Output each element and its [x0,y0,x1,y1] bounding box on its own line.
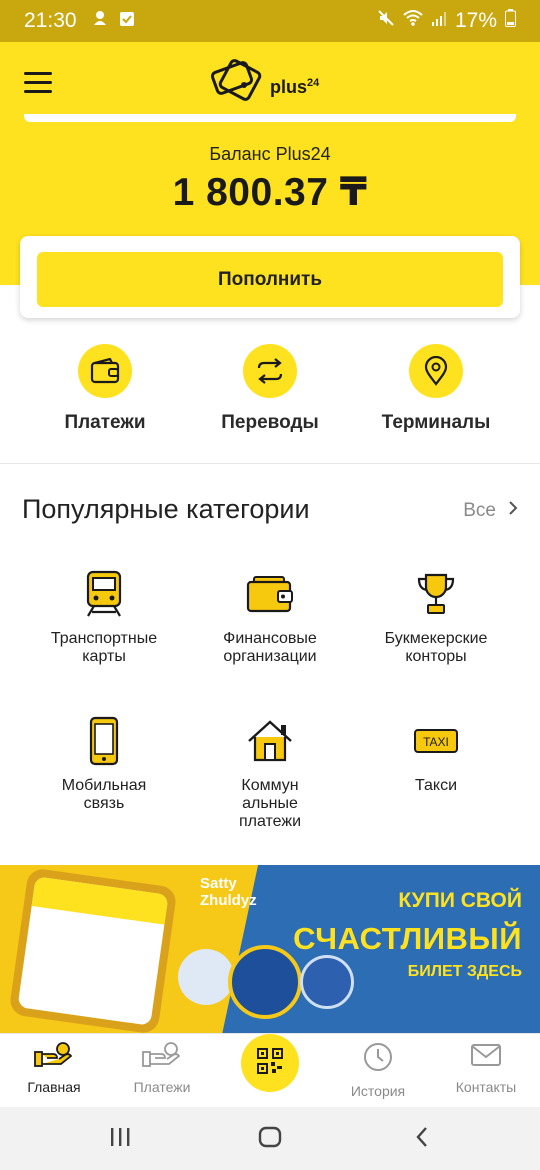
home-button[interactable] [250,1125,290,1153]
categories-title: Популярные категории [22,494,310,524]
topup-button[interactable]: Пополнить [37,252,503,307]
category-bookmakers[interactable]: Букмекерские конторы [351,568,521,666]
mobile-phone-icon [19,715,189,767]
lottery-ball [228,945,302,1019]
nav-contacts[interactable]: Контакты [432,1042,540,1095]
recent-apps-icon [109,1127,131,1152]
wifi-icon [403,9,423,33]
home-icon [258,1126,282,1153]
action-transfers[interactable]: Переводы [185,340,355,434]
banner-phone-image [8,867,178,1033]
qr-code-icon [257,1047,283,1079]
system-nav-bar [0,1107,540,1170]
nav-label: Контакты [455,1079,517,1095]
nav-label: Главная [27,1079,81,1095]
section-divider [0,463,540,464]
location-pin-icon [409,344,463,398]
hamburger-icon [24,72,52,75]
mute-icon [377,9,395,33]
status-bar: 21:30 17% [0,0,540,42]
category-label: Мобильная связь [61,777,147,812]
signal-icon [431,9,447,33]
menu-button[interactable] [24,72,52,93]
back-button[interactable] [402,1125,442,1153]
category-taxi[interactable]: TAXI Такси [351,715,521,795]
wallet-icon [78,344,132,398]
status-right: 17% [377,9,516,33]
banner-line3: БИЛЕТ ЗДЕСЬ [407,963,522,980]
recent-apps-button[interactable] [100,1125,140,1153]
transfer-icon [243,344,297,398]
promo-banner[interactable]: Satty Zhuldyz КУПИ СВОЙ СЧАСТЛИВЫЙ БИЛЕТ… [0,865,540,1033]
nav-label: История [350,1083,406,1099]
svg-text:TAXI: TAXI [423,735,449,749]
lottery-ball [178,949,234,1005]
trophy-icon [351,568,521,620]
topup-card: Пополнить [20,236,520,318]
logo: plus24 [210,56,330,104]
battery-percent: 17% [454,9,497,32]
action-label: Переводы [221,412,319,433]
category-label: Финансовые организации [223,630,317,665]
hand-coin-icon [33,1042,75,1072]
category-utilities[interactable]: Коммун альные платежи [185,715,355,831]
action-label: Терминалы [381,412,491,433]
qr-scan-button[interactable] [241,1034,299,1092]
category-label: Коммун альные платежи [238,777,302,830]
chevron-right-icon [508,500,518,522]
banner-line2: СЧАСТЛИВЫЙ [293,921,522,956]
house-icon [185,715,355,767]
category-label: Транспортные карты [50,630,158,665]
quick-actions: Платежи Переводы Терминалы [0,340,540,440]
banner-brand: Satty Zhuldyz [200,875,257,909]
action-label: Платежи [64,412,146,433]
category-mobile[interactable]: Мобильная связь [19,715,189,813]
envelope-icon [470,1044,502,1072]
lottery-ball [300,955,354,1009]
notification-icon [91,9,109,33]
back-icon [414,1126,430,1153]
header-divider [24,114,516,122]
nav-payments[interactable]: Платежи [108,1042,216,1095]
train-icon [19,568,189,620]
status-time: 21:30 [24,9,77,32]
check-icon [119,9,135,33]
logo-text: plus24 [270,76,320,97]
banner-line1: КУПИ СВОЙ [398,889,522,912]
app-screen: 21:30 17% plus24 Баланс Plus24 1 800.37 … [0,0,540,1170]
clock-icon [363,1043,393,1076]
taxi-icon: TAXI [351,715,521,767]
balance-value: 1 800.37 ₸ [172,171,368,214]
balance-label: Баланс Plus24 [209,144,331,164]
nav-history[interactable]: История [324,1042,432,1099]
category-label: Букмекерские конторы [384,630,488,665]
action-terminals[interactable]: Терминалы [351,340,521,434]
all-label: Все [463,500,496,521]
wallet-icon [185,568,355,620]
categories-all-link[interactable]: Все [463,500,518,522]
category-finance[interactable]: Финансовые организации [185,568,355,666]
hand-coin-icon [141,1042,183,1072]
nav-home[interactable]: Главная [0,1042,108,1095]
nav-label: Платежи [133,1079,191,1095]
category-transport[interactable]: Транспортные карты [19,568,189,666]
action-payments[interactable]: Платежи [20,340,190,434]
category-label: Такси [414,777,458,794]
battery-icon [505,9,516,33]
logo-wallet-icon [210,55,264,106]
